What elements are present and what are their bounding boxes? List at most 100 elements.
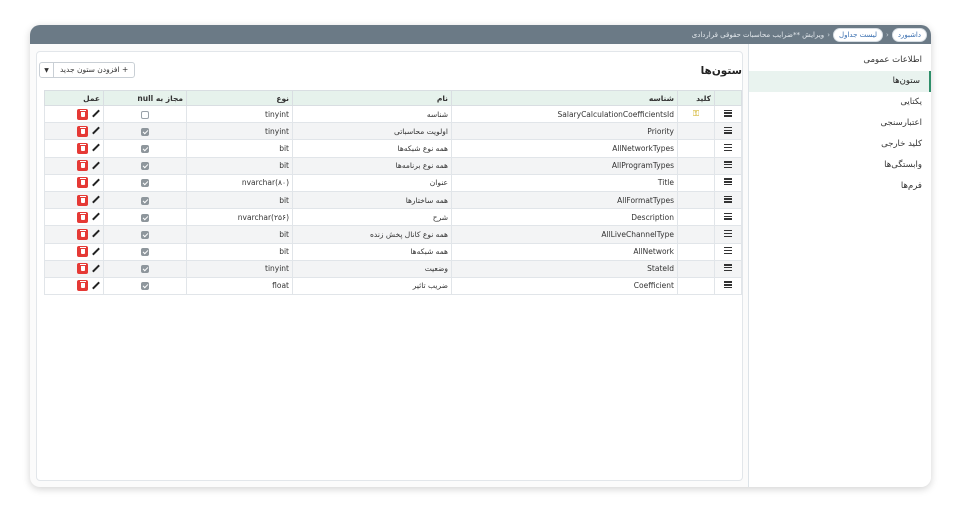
nullable-cell xyxy=(103,139,187,158)
edit-icon[interactable] xyxy=(91,213,100,222)
nullable-checkbox[interactable] xyxy=(141,127,149,136)
edit-icon[interactable] xyxy=(91,264,100,273)
sidebar-item-columns[interactable]: ستون‌ها xyxy=(749,71,931,92)
delete-icon[interactable] xyxy=(77,108,88,120)
sidebar-item-general-info[interactable]: اطلاعات عمومی xyxy=(749,50,931,71)
drag-handle-icon[interactable] xyxy=(724,109,732,117)
drag-handle-icon[interactable] xyxy=(724,264,732,272)
drag-handle-icon[interactable] xyxy=(724,247,732,255)
drag-handle[interactable] xyxy=(714,139,742,158)
identifier-cell: Priority xyxy=(451,122,678,141)
drag-handle[interactable] xyxy=(714,104,742,124)
edit-icon[interactable] xyxy=(91,110,100,119)
table-row: ⚿ SalaryCalculationCoefficientsId شناسه … xyxy=(44,104,742,124)
identifier-cell: AllProgramTypes xyxy=(451,156,678,175)
delete-icon[interactable] xyxy=(77,263,88,275)
drag-handle-icon[interactable] xyxy=(724,212,732,220)
drag-handle[interactable] xyxy=(714,122,742,141)
breadcrumb-dashboard[interactable]: داشبورد xyxy=(891,27,927,42)
nullable-cell xyxy=(103,242,187,261)
nullable-checkbox[interactable] xyxy=(141,110,149,119)
identifier-cell: AllFormatTypes xyxy=(451,190,678,210)
sidebar-item-forms[interactable]: فرم‌ها xyxy=(749,176,931,197)
action-cell xyxy=(44,190,104,210)
nullable-checkbox[interactable] xyxy=(141,179,149,188)
header-name: نام xyxy=(292,90,452,106)
drag-handle-icon[interactable] xyxy=(724,229,732,237)
key-cell xyxy=(677,122,715,141)
key-cell xyxy=(677,259,715,278)
drag-handle-icon[interactable] xyxy=(724,143,732,151)
nullable-checkbox[interactable] xyxy=(141,230,149,239)
add-column-button[interactable]: + افزودن ستون جدید xyxy=(54,63,134,77)
delete-icon[interactable] xyxy=(77,160,88,172)
delete-icon[interactable] xyxy=(77,228,88,240)
name-cell: اولویت محاسباتی xyxy=(292,122,452,141)
drag-handle[interactable] xyxy=(714,156,742,175)
drag-handle-icon[interactable] xyxy=(724,195,732,203)
delete-icon[interactable] xyxy=(77,194,88,206)
drag-handle-icon[interactable] xyxy=(724,178,732,186)
action-cell xyxy=(44,208,104,227)
nullable-checkbox[interactable] xyxy=(141,248,149,257)
edit-icon[interactable] xyxy=(91,230,100,239)
nullable-checkbox[interactable] xyxy=(141,282,149,291)
nullable-checkbox[interactable] xyxy=(141,162,149,171)
nullable-cell xyxy=(103,276,187,296)
delete-icon[interactable] xyxy=(77,142,88,154)
name-cell: همه شبکه‌ها xyxy=(292,242,452,261)
caret-down-icon[interactable]: ▼ xyxy=(40,63,54,77)
type-cell: nvarchar(۸۰) xyxy=(186,173,293,192)
nullable-cell xyxy=(103,190,187,210)
edit-icon[interactable] xyxy=(91,247,100,256)
sidebar-item-unique[interactable]: یکتایی xyxy=(749,92,931,113)
nullable-checkbox[interactable] xyxy=(141,196,149,205)
drag-handle[interactable] xyxy=(714,190,742,210)
drag-handle[interactable] xyxy=(714,276,742,296)
header-key: کلید xyxy=(677,90,715,106)
nullable-checkbox[interactable] xyxy=(141,213,149,222)
drag-handle[interactable] xyxy=(714,225,742,244)
delete-icon[interactable] xyxy=(77,177,88,189)
nullable-cell xyxy=(103,104,187,124)
columns-table: کلید شناسه نام نوع مجاز به null عمل ⚿ Sa… xyxy=(44,90,742,296)
edit-icon[interactable] xyxy=(91,178,100,187)
sidebar-item-validation[interactable]: اعتبارسنجی xyxy=(749,113,931,134)
edit-icon[interactable] xyxy=(91,144,100,153)
identifier-cell: SalaryCalculationCoefficientsId xyxy=(451,104,678,124)
drag-handle-icon[interactable] xyxy=(724,281,732,289)
key-cell xyxy=(677,139,715,158)
drag-handle[interactable] xyxy=(714,259,742,278)
edit-icon[interactable] xyxy=(91,281,100,290)
delete-icon[interactable] xyxy=(77,125,88,137)
drag-handle[interactable] xyxy=(714,242,742,261)
action-cell xyxy=(44,104,104,124)
drag-handle-icon[interactable] xyxy=(724,126,732,134)
name-cell: همه ساختارها xyxy=(292,190,452,210)
delete-icon[interactable] xyxy=(77,280,88,292)
nullable-checkbox[interactable] xyxy=(141,144,149,153)
table-row: AllLiveChannelType همه نوع کانال پخش زند… xyxy=(44,225,742,244)
action-cell xyxy=(44,225,104,244)
sidebar: اطلاعات عمومی ستون‌ها یکتایی اعتبارسنجی … xyxy=(748,44,931,487)
nullable-checkbox[interactable] xyxy=(141,265,149,274)
edit-icon[interactable] xyxy=(91,161,100,170)
drag-handle-icon[interactable] xyxy=(724,161,732,169)
sidebar-item-dependencies[interactable]: وابستگی‌ها xyxy=(749,155,931,176)
delete-icon[interactable] xyxy=(77,211,88,223)
breadcrumb-tables-list[interactable]: لیست جداول xyxy=(833,27,884,42)
add-column-group: ▼ + افزودن ستون جدید xyxy=(39,62,136,78)
delete-icon[interactable] xyxy=(77,246,88,258)
breadcrumb-separator-icon: ‹ xyxy=(886,30,889,39)
action-cell xyxy=(44,122,104,141)
name-cell: وضعیت xyxy=(292,259,452,278)
sidebar-item-foreign-key[interactable]: کلید خارجی xyxy=(749,134,931,155)
edit-icon[interactable] xyxy=(91,196,100,205)
edit-icon[interactable] xyxy=(91,127,100,136)
action-cell xyxy=(44,139,104,158)
drag-handle[interactable] xyxy=(714,173,742,192)
drag-handle[interactable] xyxy=(714,208,742,227)
key-cell xyxy=(677,208,715,227)
identifier-cell: Coefficient xyxy=(451,276,678,296)
table-row: AllFormatTypes همه ساختارها bit xyxy=(44,190,742,210)
